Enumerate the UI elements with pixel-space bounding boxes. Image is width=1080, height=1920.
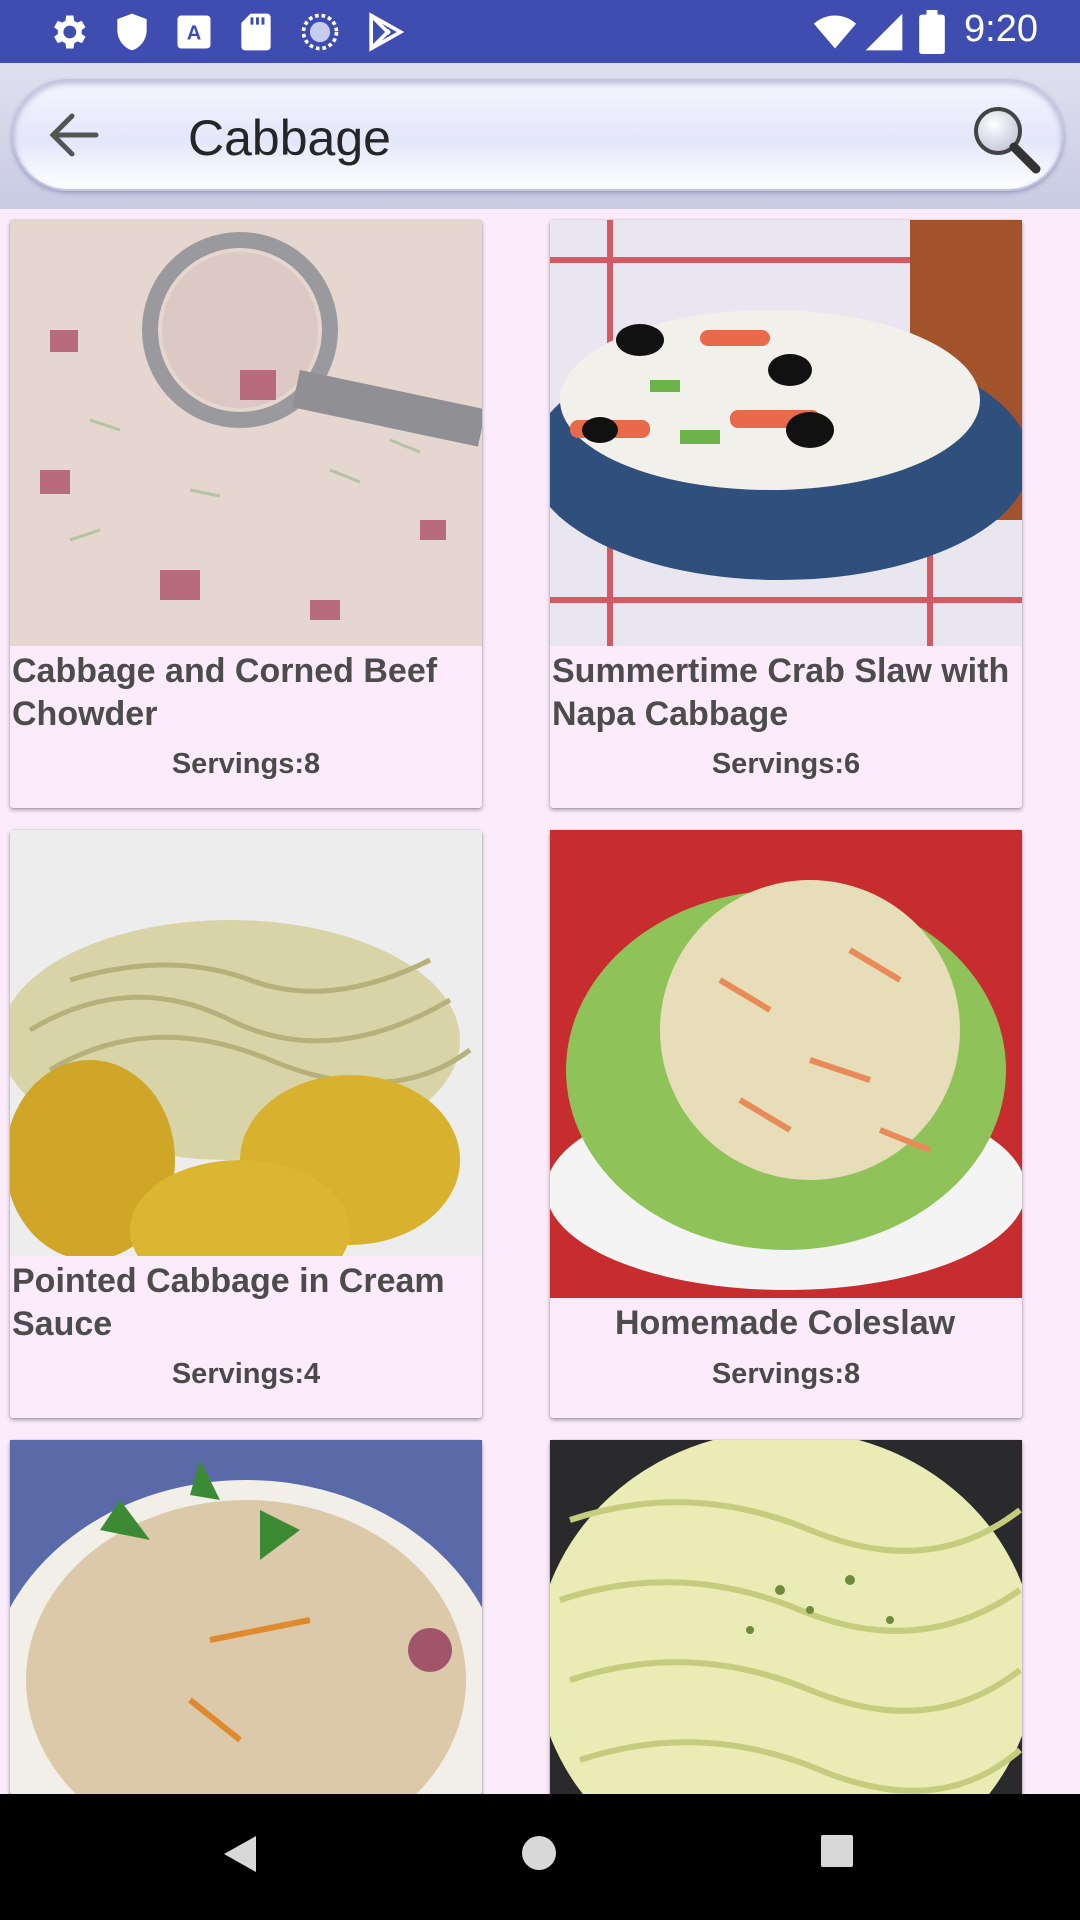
title-capsule: [12, 79, 1064, 191]
recipe-card[interactable]: Summertime Crab Slaw with Napa Cabbage S…: [550, 220, 1022, 808]
navigation-bar: [0, 1794, 1080, 1920]
recipe-card[interactable]: [550, 1440, 1022, 1820]
recipe-title: Homemade Coleslaw: [614, 1304, 956, 1342]
recipe-servings: Servings:8: [711, 1358, 861, 1390]
recipe-card[interactable]: Homemade Coleslaw Servings:8: [550, 830, 1022, 1418]
search-icon[interactable]: [970, 103, 1042, 175]
sd-card-icon: [241, 13, 271, 51]
nav-home-icon[interactable]: [520, 1834, 558, 1872]
page-title: Cabbage: [188, 110, 391, 166]
recipe-card[interactable]: Pointed Cabbage in Cream Sauce Servings:…: [10, 830, 482, 1418]
nav-recents-icon[interactable]: [820, 1834, 854, 1868]
recipe-card[interactable]: Cabbage and Corned Beef Chowder Servings…: [10, 220, 482, 808]
status-bar: A 9:20: [0, 0, 1080, 63]
crab-slaw-photo: [550, 220, 1022, 646]
signal-icon: [865, 13, 903, 51]
recipe-servings: Servings:4: [171, 1358, 321, 1390]
sync-circle-icon: [301, 13, 339, 51]
recipe-servings: Servings:6: [711, 748, 861, 780]
cabbage-casserole-photo: [10, 1440, 482, 1800]
recipe-card[interactable]: [10, 1440, 482, 1820]
recipe-title: Cabbage and Corned Beef Chowder: [12, 652, 438, 733]
recipe-title: Summertime Crab Slaw with Napa Cabbage: [552, 652, 1010, 733]
pointed-cabbage-photo: [10, 830, 482, 1256]
app-bar: Cabbage: [0, 63, 1080, 209]
chowder-photo: [10, 220, 482, 646]
sauteed-cabbage-photo: [550, 1440, 1022, 1800]
nav-back-icon[interactable]: [222, 1834, 258, 1874]
svg-text:A: A: [187, 22, 202, 44]
shield-icon: [117, 13, 147, 51]
clock: 9:20: [964, 8, 1038, 50]
gear-icon: [54, 15, 86, 49]
recipe-title: Pointed Cabbage in Cream Sauce: [12, 1262, 445, 1343]
battery-icon: [919, 10, 945, 54]
arrow-left-icon[interactable]: [44, 110, 102, 160]
recipe-servings: Servings:8: [171, 748, 321, 780]
font-icon: A: [177, 15, 211, 49]
play-store-icon: [369, 12, 405, 52]
coleslaw-photo: [550, 830, 1022, 1298]
wifi-icon: [813, 15, 857, 49]
